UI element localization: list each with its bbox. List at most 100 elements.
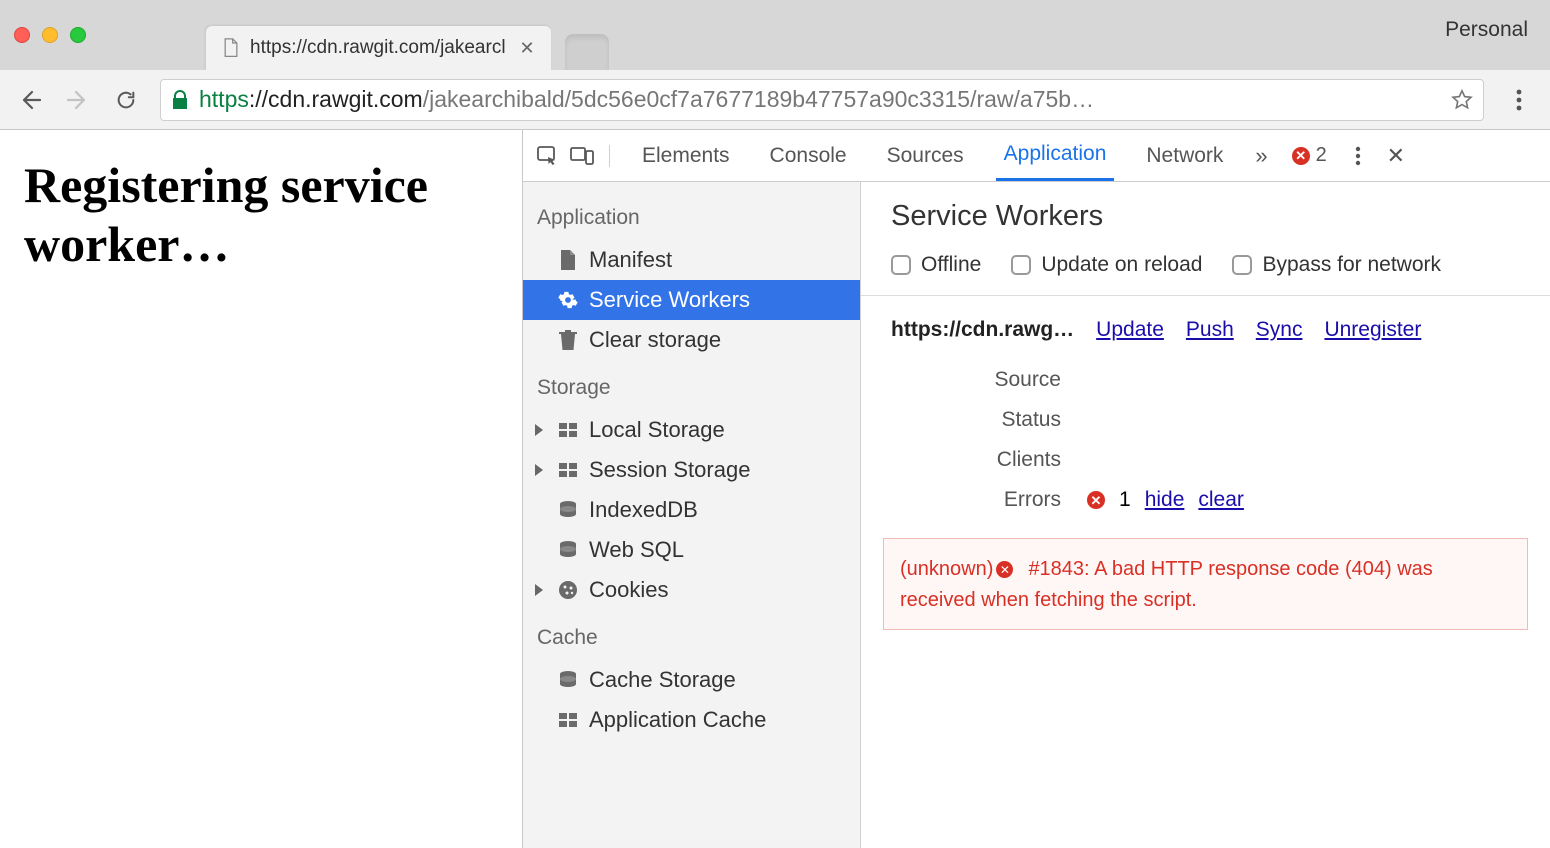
divider <box>861 295 1550 296</box>
browser-menu-icon[interactable] <box>1504 89 1534 111</box>
sidebar-item-session-storage[interactable]: Session Storage <box>523 450 860 490</box>
sidebar-item-label: Local Storage <box>589 417 725 443</box>
checkbox-icon[interactable] <box>1011 255 1031 275</box>
check-bypass-for-network[interactable]: Bypass for network <box>1232 253 1441 277</box>
error-icon: ✕ <box>996 561 1013 578</box>
devtools-panel: Service Workers Offline Update on reload… <box>861 182 1550 848</box>
back-button[interactable] <box>16 86 44 114</box>
panel-checks: Offline Update on reload Bypass for netw… <box>891 253 1520 277</box>
window-controls <box>14 27 86 43</box>
db-icon <box>557 669 579 691</box>
inspect-icon[interactable] <box>535 145 561 167</box>
sidebar-group-storage: Storage <box>523 360 860 410</box>
grid-icon <box>557 709 579 731</box>
devtools-mode-icons <box>535 145 610 167</box>
row-status: Status <box>861 400 1550 440</box>
sidebar-group-cache: Cache <box>523 610 860 660</box>
url-text: https://cdn.rawgit.com/jakearchibald/5dc… <box>199 86 1094 113</box>
origin-text: https://cdn.rawg… <box>891 318 1074 342</box>
row-clients: Clients <box>861 440 1550 480</box>
trash-icon <box>557 329 579 351</box>
sidebar-item-label: Cookies <box>589 577 668 603</box>
sidebar-item-label: Manifest <box>589 247 672 273</box>
address-bar[interactable]: https://cdn.rawgit.com/jakearchibald/5dc… <box>160 79 1484 121</box>
error-source: (unknown) <box>900 558 993 580</box>
devtools-tabbar: Elements Console Sources Application Net… <box>523 130 1550 182</box>
cookie-icon <box>557 579 579 601</box>
sidebar-item-label: Web SQL <box>589 537 684 563</box>
maximize-window-icon[interactable] <box>70 27 86 43</box>
sidebar-item-label: Service Workers <box>589 287 750 313</box>
grid-icon <box>557 419 579 441</box>
sidebar-group-application: Application <box>523 190 860 240</box>
action-update[interactable]: Update <box>1096 318 1164 342</box>
action-unregister[interactable]: Unregister <box>1324 318 1421 342</box>
reload-button[interactable] <box>112 86 140 114</box>
errors-clear-link[interactable]: clear <box>1198 488 1244 512</box>
devtools-tab-sources[interactable]: Sources <box>879 132 972 180</box>
action-push[interactable]: Push <box>1186 318 1234 342</box>
lock-icon <box>171 90 189 110</box>
devtools-close-icon[interactable]: ✕ <box>1381 143 1411 169</box>
check-update-on-reload[interactable]: Update on reload <box>1011 253 1202 277</box>
checkbox-icon[interactable] <box>1232 255 1252 275</box>
sidebar-item-label: Session Storage <box>589 457 750 483</box>
devtools-error-badge[interactable]: ✕ 2 <box>1284 144 1335 167</box>
expand-icon[interactable] <box>535 464 543 476</box>
sidebar-item-service-workers[interactable]: Service Workers <box>523 280 860 320</box>
profile-label[interactable]: Personal <box>1445 18 1528 42</box>
file-icon <box>222 38 240 58</box>
browser-tab-strip: https://cdn.rawgit.com/jakearcl ✕ Person… <box>0 0 1550 70</box>
page-content: Registering service worker… <box>0 130 522 848</box>
tab-close-icon[interactable]: ✕ <box>520 38 535 59</box>
expand-icon[interactable] <box>535 424 543 436</box>
db-icon <box>557 539 579 561</box>
sidebar-item-label: Cache Storage <box>589 667 736 693</box>
device-icon[interactable] <box>569 145 595 167</box>
main-area: Registering service worker… Elements Con… <box>0 130 1550 848</box>
devtools-tabs-overflow-icon[interactable]: » <box>1247 143 1275 169</box>
row-source: Source <box>861 360 1550 400</box>
check-offline[interactable]: Offline <box>891 253 981 277</box>
forward-button[interactable] <box>64 86 92 114</box>
new-tab-button[interactable] <box>565 34 609 70</box>
checkbox-icon[interactable] <box>891 255 911 275</box>
errors-hide-link[interactable]: hide <box>1145 488 1185 512</box>
action-sync[interactable]: Sync <box>1256 318 1303 342</box>
row-errors: Errors ✕ 1 hide clear <box>861 480 1550 520</box>
panel-title: Service Workers <box>891 200 1520 233</box>
error-icon: ✕ <box>1087 491 1105 509</box>
error-icon: ✕ <box>1292 147 1310 165</box>
sidebar-item-indexeddb[interactable]: IndexedDB <box>523 490 860 530</box>
devtools: Elements Console Sources Application Net… <box>522 130 1550 848</box>
devtools-tab-elements[interactable]: Elements <box>634 132 738 180</box>
devtools-tab-application[interactable]: Application <box>996 130 1115 181</box>
sidebar-item-websql[interactable]: Web SQL <box>523 530 860 570</box>
devtools-menu-icon[interactable] <box>1343 146 1373 166</box>
sidebar-item-label: Application Cache <box>589 707 766 733</box>
tab-title: https://cdn.rawgit.com/jakearcl <box>250 37 506 59</box>
error-count: 1 <box>1119 488 1131 512</box>
browser-tab[interactable]: https://cdn.rawgit.com/jakearcl ✕ <box>206 26 551 70</box>
devtools-tab-console[interactable]: Console <box>762 132 855 180</box>
db-icon <box>557 499 579 521</box>
close-window-icon[interactable] <box>14 27 30 43</box>
file-icon <box>557 249 579 271</box>
page-heading: Registering service worker… <box>24 156 498 274</box>
sidebar-item-clear-storage[interactable]: Clear storage <box>523 320 860 360</box>
sidebar-item-label: IndexedDB <box>589 497 698 523</box>
bookmark-star-icon[interactable] <box>1451 89 1473 111</box>
sidebar-item-application-cache[interactable]: Application Cache <box>523 700 860 740</box>
sidebar-item-manifest[interactable]: Manifest <box>523 240 860 280</box>
minimize-window-icon[interactable] <box>42 27 58 43</box>
grid-icon <box>557 459 579 481</box>
browser-toolbar: https://cdn.rawgit.com/jakearchibald/5dc… <box>0 70 1550 130</box>
sidebar-item-cache-storage[interactable]: Cache Storage <box>523 660 860 700</box>
sidebar-item-cookies[interactable]: Cookies <box>523 570 860 610</box>
sidebar-item-local-storage[interactable]: Local Storage <box>523 410 860 450</box>
gear-icon <box>557 289 579 311</box>
expand-icon[interactable] <box>535 584 543 596</box>
sidebar-item-label: Clear storage <box>589 327 721 353</box>
devtools-tab-network[interactable]: Network <box>1138 132 1231 180</box>
devtools-sidebar: Application Manifest Service Workers Cle… <box>523 182 861 848</box>
